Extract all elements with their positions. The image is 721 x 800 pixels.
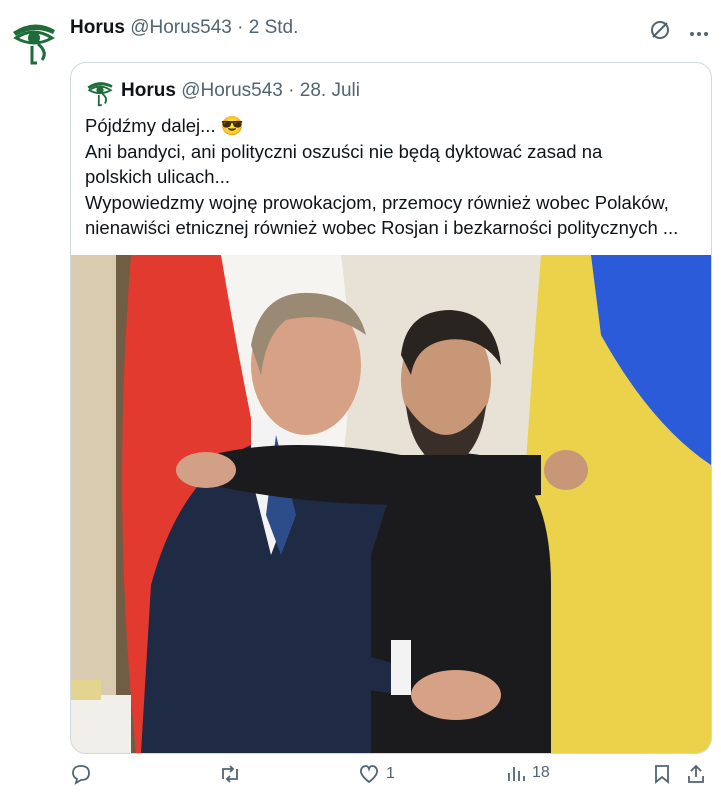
bookmark-icon	[655, 765, 669, 784]
tweet-time[interactable]: 2 Std.	[249, 17, 299, 38]
views-button[interactable]: 18	[506, 763, 550, 783]
header-icons	[649, 19, 709, 46]
retweet-button[interactable]	[218, 763, 248, 785]
retweet-icon	[222, 765, 238, 783]
separator: ·	[288, 80, 295, 101]
author-name[interactable]: Horus	[70, 17, 125, 38]
more-icon[interactable]	[689, 24, 709, 42]
quote-header: Horus @Horus543 · 28. Juli	[121, 80, 360, 102]
avatar[interactable]	[10, 16, 58, 66]
bookmark-button[interactable]	[652, 763, 672, 785]
grok-icon[interactable]	[649, 19, 671, 46]
tweet-header: Horus @Horus543 · 2 Std.	[70, 17, 298, 39]
views-count: 18	[532, 764, 550, 781]
like-count: 1	[386, 765, 395, 782]
quote-line: Pójdźmy dalej... 😎	[85, 115, 244, 136]
quote-line: polskich ulicach...	[85, 166, 230, 187]
quote-line: Ani bandyci, ani polityczni oszuści nie …	[85, 140, 603, 162]
quote-text: Pójdźmy dalej... 😎 Ani bandyci, ani poli…	[85, 113, 700, 241]
views-icon	[508, 767, 525, 781]
quote-author-name[interactable]: Horus	[121, 80, 176, 101]
quote-avatar[interactable]	[85, 77, 115, 107]
quote-line: Wypowiedzmy wojnę prowokacjom, przemocy …	[85, 191, 669, 213]
action-bar: 1 18	[60, 763, 710, 793]
quote-photo[interactable]	[71, 255, 711, 753]
reply-button[interactable]	[70, 763, 98, 785]
share-icon	[688, 764, 704, 783]
quote-date[interactable]: 28. Juli	[300, 80, 360, 101]
eye-of-horus-avatar-icon	[13, 24, 55, 65]
eye-of-horus-avatar-icon	[87, 82, 113, 107]
quote-author-handle[interactable]: @Horus543	[181, 80, 283, 101]
author-handle[interactable]: @Horus543	[130, 17, 232, 38]
like-button[interactable]: 1	[358, 763, 395, 785]
quoted-tweet[interactable]: Horus @Horus543 · 28. Juli Pójdźmy dalej…	[70, 62, 712, 754]
quote-line: nienawiści etnicznej również wobec Rosja…	[85, 217, 679, 238]
like-icon	[360, 765, 378, 784]
share-button[interactable]	[686, 763, 706, 785]
reply-icon	[72, 765, 90, 785]
separator: ·	[237, 17, 244, 38]
